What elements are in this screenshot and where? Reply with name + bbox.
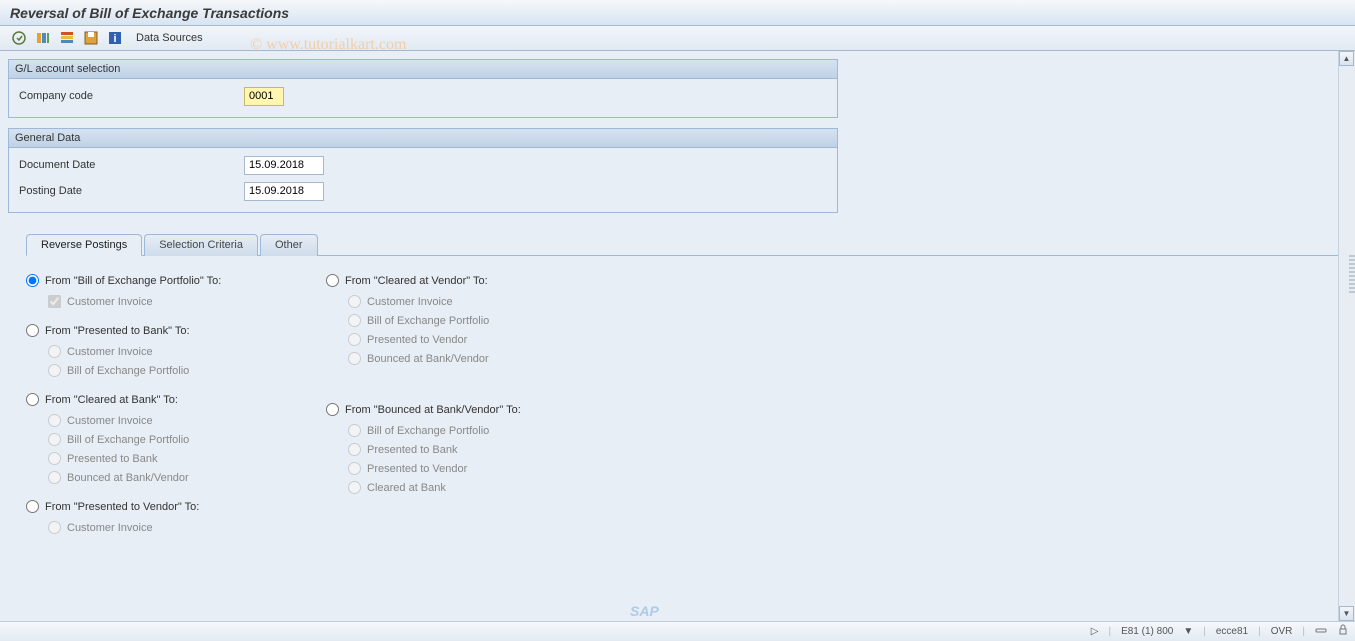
cb-opt-3-radio xyxy=(48,471,61,484)
portfolio-opt-0: Customer Invoice xyxy=(67,296,153,308)
status-link-icon[interactable] xyxy=(1315,624,1327,639)
svg-text:i: i xyxy=(113,33,116,45)
bv-opt-0-radio xyxy=(348,424,361,437)
from-presented-vendor-block: From "Presented to Vendor" To: Customer … xyxy=(26,500,326,534)
from-portfolio-block: From "Bill of Exchange Portfolio" To: Cu… xyxy=(26,274,326,308)
from-bounced-label: From "Bounced at Bank/Vendor" To: xyxy=(345,404,521,416)
cv-opt-3: Bounced at Bank/Vendor xyxy=(367,353,489,365)
from-presented-vendor-label: From "Presented to Vendor" To: xyxy=(45,501,199,513)
toolbar: i Data Sources xyxy=(0,26,1355,51)
status-session: E81 (1) 800 xyxy=(1121,626,1173,637)
from-presented-vendor-radio[interactable] xyxy=(26,500,39,513)
from-cleared-vendor-block: From "Cleared at Vendor" To: Customer In… xyxy=(326,274,626,365)
gl-group-header: G/L account selection xyxy=(9,60,837,79)
vertical-scrollbar[interactable]: ▲ ▼ xyxy=(1338,51,1355,621)
pb-opt-1-radio xyxy=(48,364,61,377)
tab-reverse-postings[interactable]: Reverse Postings xyxy=(26,234,142,256)
company-code-input[interactable] xyxy=(244,87,284,106)
cb-opt-2: Presented to Bank xyxy=(67,453,158,465)
execute-icon[interactable] xyxy=(10,29,28,47)
cb-opt-0-radio xyxy=(48,414,61,427)
tab-other[interactable]: Other xyxy=(260,234,318,256)
from-bounced-radio[interactable] xyxy=(326,403,339,416)
from-bounced-block: From "Bounced at Bank/Vendor" To: Bill o… xyxy=(326,403,626,494)
cb-opt-1: Bill of Exchange Portfolio xyxy=(67,434,189,446)
from-portfolio-label: From "Bill of Exchange Portfolio" To: xyxy=(45,275,221,287)
status-nav-icon[interactable]: ▷ xyxy=(1091,626,1099,637)
tab-selection-criteria[interactable]: Selection Criteria xyxy=(144,234,258,256)
from-cleared-vendor-radio[interactable] xyxy=(326,274,339,287)
info-icon[interactable]: i xyxy=(106,29,124,47)
bv-opt-2: Presented to Vendor xyxy=(367,463,467,475)
dynamic-selections-icon[interactable] xyxy=(58,29,76,47)
posting-date-label: Posting Date xyxy=(19,185,244,197)
general-data-group: General Data Document Date Posting Date xyxy=(8,128,838,213)
pb-opt-0-radio xyxy=(48,345,61,358)
from-portfolio-radio[interactable] xyxy=(26,274,39,287)
bv-opt-1: Presented to Bank xyxy=(367,444,458,456)
scroll-up-arrow[interactable]: ▲ xyxy=(1339,51,1354,66)
company-code-label: Company code xyxy=(19,90,244,102)
cv-opt-2-radio xyxy=(348,333,361,346)
pb-opt-0: Customer Invoice xyxy=(67,346,153,358)
cb-opt-0: Customer Invoice xyxy=(67,415,153,427)
general-group-header: General Data xyxy=(9,129,837,148)
status-mode: OVR xyxy=(1271,626,1293,637)
resize-grip[interactable] xyxy=(1349,255,1355,295)
bv-opt-2-radio xyxy=(348,462,361,475)
from-cleared-vendor-label: From "Cleared at Vendor" To: xyxy=(345,275,488,287)
pv-opt-0-radio xyxy=(48,521,61,534)
from-presented-bank-radio[interactable] xyxy=(26,324,39,337)
portfolio-customer-invoice-check xyxy=(48,295,61,308)
cb-opt-3: Bounced at Bank/Vendor xyxy=(67,472,189,484)
pb-opt-1: Bill of Exchange Portfolio xyxy=(67,365,189,377)
variant-icon[interactable] xyxy=(34,29,52,47)
cv-opt-0-radio xyxy=(348,295,361,308)
title-bar: Reversal of Bill of Exchange Transaction… xyxy=(0,0,1355,26)
status-bar: ▷ | E81 (1) 800 ▼ | ecce81 | OVR | xyxy=(0,621,1355,641)
bv-opt-3-radio xyxy=(348,481,361,494)
cv-opt-1: Bill of Exchange Portfolio xyxy=(367,315,489,327)
bv-opt-3: Cleared at Bank xyxy=(367,482,446,494)
dropdown-icon[interactable]: ▼ xyxy=(1183,626,1193,637)
document-date-input[interactable] xyxy=(244,156,324,175)
from-cleared-bank-block: From "Cleared at Bank" To: Customer Invo… xyxy=(26,393,326,484)
cv-opt-2: Presented to Vendor xyxy=(367,334,467,346)
gl-account-group: G/L account selection Company code xyxy=(8,59,838,118)
status-server: ecce81 xyxy=(1216,626,1248,637)
bv-opt-0: Bill of Exchange Portfolio xyxy=(367,425,489,437)
save-icon[interactable] xyxy=(82,29,100,47)
cb-opt-2-radio xyxy=(48,452,61,465)
document-date-label: Document Date xyxy=(19,159,244,171)
cv-opt-1-radio xyxy=(348,314,361,327)
posting-date-input[interactable] xyxy=(244,182,324,201)
pv-opt-0: Customer Invoice xyxy=(67,522,153,534)
scroll-down-arrow[interactable]: ▼ xyxy=(1339,606,1354,621)
from-cleared-bank-label: From "Cleared at Bank" To: xyxy=(45,394,178,406)
cv-opt-0: Customer Invoice xyxy=(367,296,453,308)
from-cleared-bank-radio[interactable] xyxy=(26,393,39,406)
cb-opt-1-radio xyxy=(48,433,61,446)
page-title: Reversal of Bill of Exchange Transaction… xyxy=(10,5,1345,21)
status-lock-icon[interactable] xyxy=(1337,624,1349,639)
from-presented-bank-block: From "Presented to Bank" To: Customer In… xyxy=(26,324,326,377)
content-area: G/L account selection Company code Gener… xyxy=(0,51,1355,621)
tab-content-reverse: From "Bill of Exchange Portfolio" To: Cu… xyxy=(26,256,1347,550)
cv-opt-3-radio xyxy=(348,352,361,365)
tab-strip: Reverse Postings Selection Criteria Othe… xyxy=(8,233,1347,550)
bv-opt-1-radio xyxy=(348,443,361,456)
from-presented-bank-label: From "Presented to Bank" To: xyxy=(45,325,190,337)
data-sources-button[interactable]: Data Sources xyxy=(130,30,209,46)
